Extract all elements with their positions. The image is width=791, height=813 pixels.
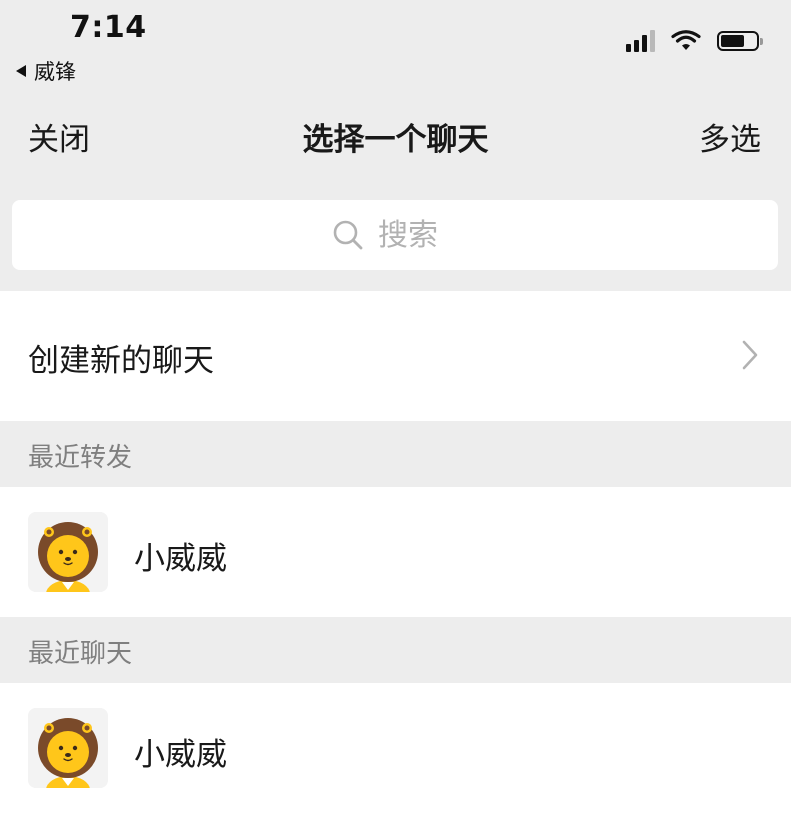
wifi-icon <box>671 30 701 50</box>
close-button[interactable]: 关闭 <box>28 114 90 159</box>
section-header-recent-forwards: 最近转发 <box>0 421 791 487</box>
back-to-app-button[interactable]: 威锋 <box>16 56 76 86</box>
page-title: 选择一个聊天 <box>302 122 489 158</box>
back-triangle-icon <box>16 65 26 77</box>
lion-avatar-icon <box>28 708 108 788</box>
section-title: 最近转发 <box>28 443 133 473</box>
multi-select-button[interactable]: 多选 <box>699 114 761 159</box>
battery-icon <box>717 31 763 51</box>
nav-bar: 选择一个聊天 关闭 多选 <box>0 100 791 170</box>
chat-name: 小威威 <box>134 541 227 577</box>
signal-icon <box>626 30 655 52</box>
chevron-right-icon <box>742 340 758 370</box>
search-box[interactable] <box>12 200 778 270</box>
lion-avatar-icon <box>28 512 108 592</box>
chat-row[interactable]: 小威威 <box>0 683 791 813</box>
back-app-label: 威锋 <box>34 60 76 84</box>
section-title: 最近聊天 <box>28 639 133 669</box>
search-icon <box>333 220 363 250</box>
chat-name: 小威威 <box>134 737 227 773</box>
search-input[interactable] <box>378 217 458 253</box>
create-new-chat-row[interactable]: 创建新的聊天 <box>0 291 791 421</box>
status-time: 7:14 <box>70 10 147 45</box>
create-new-chat-label: 创建新的聊天 <box>28 343 214 379</box>
section-header-recent-chats: 最近聊天 <box>0 617 791 683</box>
status-icons <box>626 30 763 52</box>
chat-row[interactable]: 小威威 <box>0 487 791 617</box>
status-bar: 7:14 威锋 <box>0 0 791 90</box>
